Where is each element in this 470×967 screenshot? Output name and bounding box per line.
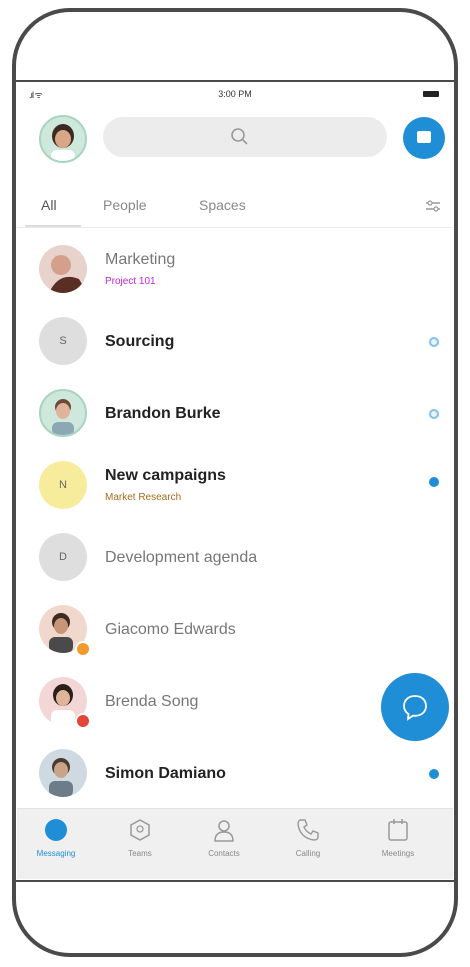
conversation-name: Brandon Burke: [105, 405, 221, 422]
compose-icon: [417, 131, 431, 143]
filter-icon[interactable]: [425, 199, 441, 213]
unread-indicator: [429, 337, 439, 347]
conversation-row[interactable]: Simon Damiano: [17, 737, 453, 809]
messaging-icon: [43, 817, 69, 843]
active-tab-indicator: [25, 225, 81, 227]
nav-label: Teams: [128, 849, 152, 858]
calling-icon: [295, 817, 321, 843]
tab-spaces[interactable]: Spaces: [199, 197, 246, 213]
avatar: D: [39, 533, 87, 581]
conversation-row[interactable]: Giacomo Edwards: [17, 593, 453, 665]
bottom-navigation: Messaging Teams Contacts Calling Meeting…: [17, 808, 453, 879]
conversation-name: New campaigns: [105, 467, 226, 484]
unread-indicator: [429, 477, 439, 487]
nav-teams[interactable]: Teams: [105, 817, 175, 858]
unread-indicator: [429, 409, 439, 419]
tab-people[interactable]: People: [103, 197, 147, 213]
nav-label: Contacts: [208, 849, 240, 858]
conversation-name: Development agenda: [105, 549, 258, 566]
conversation-row[interactable]: D Development agenda: [17, 521, 453, 593]
nav-messaging[interactable]: Messaging: [21, 817, 91, 858]
bottom-bezel: [16, 880, 454, 882]
avatar: [39, 245, 87, 293]
battery-icon: [423, 91, 439, 97]
conversation-name: Simon Damiano: [105, 765, 226, 782]
nav-calling[interactable]: Calling: [273, 817, 343, 858]
conversation-name: Sourcing: [105, 333, 175, 350]
conversation-name: Giacomo Edwards: [105, 621, 236, 638]
nav-contacts[interactable]: Contacts: [189, 817, 259, 858]
status-bar: .ıl ᯤ 3:00 PM: [17, 83, 453, 105]
status-time: 3:00 PM: [218, 89, 252, 99]
teams-icon: [127, 817, 153, 843]
profile-avatar[interactable]: [39, 115, 87, 163]
search-icon: [231, 128, 248, 145]
space-photo-icon: [49, 255, 87, 293]
presence-busy-icon: [75, 713, 91, 729]
search-input[interactable]: [103, 117, 387, 157]
conversation-name: Marketing: [105, 251, 176, 268]
unread-indicator: [429, 769, 439, 779]
conversation-subtitle: Market Research: [105, 492, 182, 503]
avatar: N: [39, 461, 87, 509]
nav-label: Messaging: [36, 849, 76, 858]
presence-away-icon: [75, 641, 91, 657]
conversation-name: Brenda Song: [105, 693, 199, 710]
conversation-row[interactable]: Brandon Burke: [17, 377, 453, 449]
person-photo-icon: [49, 758, 73, 797]
avatar: [39, 749, 87, 797]
new-chat-button[interactable]: [381, 673, 449, 741]
meetings-icon: [385, 817, 411, 843]
conversation-row[interactable]: Marketing Project 101: [17, 233, 453, 305]
top-bezel: [16, 80, 454, 82]
nav-meetings[interactable]: Meetings: [363, 817, 433, 858]
new-message-button[interactable]: [403, 117, 445, 159]
filter-tabs: All People Spaces: [17, 185, 453, 228]
nav-label: Calling: [295, 849, 321, 858]
avatar-photo-icon: [51, 124, 75, 161]
person-photo-icon: [52, 399, 74, 435]
contacts-icon: [211, 817, 237, 843]
avatar: [39, 389, 87, 437]
app-screen: .ıl ᯤ 3:00 PM All People Spaces Marketin…: [17, 83, 453, 879]
conversation-row[interactable]: S Sourcing: [17, 305, 453, 377]
conversation-subtitle: Project 101: [105, 276, 156, 287]
avatar: S: [39, 317, 87, 365]
chat-bubble-icon: [403, 695, 427, 721]
conversation-row[interactable]: N New campaigns Market Research: [17, 449, 453, 521]
nav-label: Meetings: [381, 849, 415, 858]
tab-all[interactable]: All: [41, 197, 57, 213]
